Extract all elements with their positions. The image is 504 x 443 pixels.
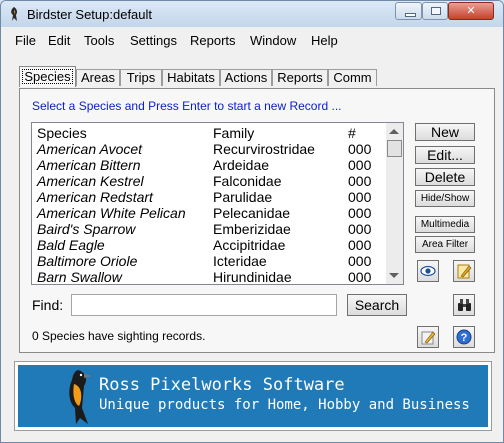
menu-tools[interactable]: Tools bbox=[84, 33, 114, 48]
svg-text:?: ? bbox=[461, 332, 468, 344]
family-name: Falconidae bbox=[213, 173, 282, 189]
notepad-icon bbox=[457, 264, 472, 279]
find-label: Find: bbox=[32, 297, 64, 313]
family-name: Accipitridae bbox=[213, 237, 286, 253]
family-name: Icteridae bbox=[213, 253, 267, 269]
sighting-count: 000 bbox=[348, 141, 372, 157]
title-bar: Birdster Setup:default ✕ bbox=[1, 1, 503, 27]
menu-settings[interactable]: Settings bbox=[130, 33, 177, 48]
sighting-count: 000 bbox=[348, 221, 372, 237]
list-row[interactable]: Baird's Sparrow Emberizidae 000 bbox=[32, 221, 387, 237]
menu-reports[interactable]: Reports bbox=[190, 33, 236, 48]
column-header-species[interactable]: Species bbox=[37, 125, 87, 141]
list-row[interactable]: American White Pelican Pelecanidae 000 bbox=[32, 205, 387, 221]
list-row[interactable]: American Kestrel Falconidae 000 bbox=[32, 173, 387, 189]
sighting-count: 000 bbox=[348, 157, 372, 173]
tab-habitats[interactable]: Habitats bbox=[162, 69, 220, 86]
species-name: American Bittern bbox=[37, 157, 141, 173]
sighting-count: 000 bbox=[348, 189, 372, 205]
list-row[interactable]: Barn Swallow Hirundinidae 000 bbox=[32, 269, 387, 285]
oriole-bird-icon bbox=[69, 370, 92, 424]
banner-title: Ross Pixelworks Software bbox=[99, 375, 345, 395]
family-name: Hirundinidae bbox=[213, 269, 292, 285]
close-icon: ✕ bbox=[466, 5, 476, 17]
species-name: Barn Swallow bbox=[37, 269, 122, 285]
species-name: American Avocet bbox=[37, 141, 143, 157]
binoculars-button[interactable] bbox=[453, 294, 475, 316]
view-button[interactable] bbox=[417, 260, 439, 282]
species-name: Bald Eagle bbox=[37, 237, 105, 253]
help-button[interactable]: ? bbox=[453, 326, 475, 348]
tab-species-label: Species bbox=[22, 69, 73, 84]
species-name: American Redstart bbox=[37, 189, 153, 205]
menu-edit[interactable]: Edit bbox=[48, 33, 70, 48]
new-button[interactable]: New bbox=[415, 123, 475, 141]
family-name: Parulidae bbox=[213, 189, 273, 205]
species-name: Baltimore Oriole bbox=[37, 253, 138, 269]
tab-reports[interactable]: Reports bbox=[272, 69, 328, 86]
multimedia-button[interactable]: Multimedia bbox=[415, 216, 475, 233]
area-filter-button[interactable]: Area Filter bbox=[415, 236, 475, 253]
species-name: American Kestrel bbox=[37, 173, 144, 189]
family-name: Ardeidae bbox=[213, 157, 270, 173]
list-row[interactable]: American Avocet Recurvirostridae 000 bbox=[32, 141, 387, 157]
tab-comm[interactable]: Comm bbox=[328, 69, 377, 86]
scroll-up-icon[interactable] bbox=[389, 129, 399, 134]
sighting-count: 000 bbox=[348, 173, 372, 189]
scroll-down-icon[interactable] bbox=[389, 273, 399, 278]
list-row[interactable]: American Bittern Ardeidae 000 bbox=[32, 157, 387, 173]
banner-tagline: Unique products for Home, Hobby and Busi… bbox=[99, 397, 470, 413]
pencil-paper-icon bbox=[421, 331, 436, 345]
edit-notes-button[interactable] bbox=[417, 326, 439, 348]
find-input[interactable] bbox=[71, 294, 337, 316]
notes-button[interactable] bbox=[453, 260, 475, 282]
eye-icon bbox=[420, 265, 436, 277]
sighting-count: 000 bbox=[348, 205, 372, 221]
family-name: Pelecanidae bbox=[213, 205, 291, 221]
species-name: American White Pelican bbox=[37, 205, 186, 221]
maximize-icon bbox=[431, 7, 441, 15]
menu-window[interactable]: Window bbox=[250, 33, 296, 48]
status-text: 0 Species have sighting records. bbox=[32, 329, 206, 343]
window-title: Birdster Setup:default bbox=[27, 7, 153, 22]
tab-species[interactable]: Species bbox=[19, 66, 76, 87]
sighting-count: 000 bbox=[348, 253, 372, 269]
species-list[interactable]: Species Family # American Avocet Recurvir… bbox=[31, 122, 404, 285]
list-row[interactable]: Baltimore Oriole Icteridae 000 bbox=[32, 253, 387, 269]
hide-show-button[interactable]: Hide/Show bbox=[415, 190, 475, 207]
maximize-button[interactable] bbox=[422, 2, 448, 20]
edit-button[interactable]: Edit... bbox=[415, 146, 475, 164]
binoculars-icon bbox=[458, 299, 471, 311]
help-icon: ? bbox=[456, 329, 472, 345]
menu-help[interactable]: Help bbox=[311, 33, 338, 48]
list-scrollbar[interactable] bbox=[386, 123, 403, 284]
family-name: Emberizidae bbox=[213, 221, 291, 237]
minimize-button[interactable] bbox=[395, 2, 422, 20]
tab-actions[interactable]: Actions bbox=[220, 69, 272, 86]
delete-button[interactable]: Delete bbox=[415, 168, 475, 186]
bird-app-icon bbox=[11, 7, 18, 21]
family-name: Recurvirostridae bbox=[213, 141, 315, 157]
close-button[interactable]: ✕ bbox=[448, 2, 494, 20]
tab-areas[interactable]: Areas bbox=[76, 69, 120, 86]
list-row[interactable]: American Redstart Parulidae 000 bbox=[32, 189, 387, 205]
menu-bar: File Edit Tools Settings Reports Window … bbox=[1, 29, 503, 51]
column-header-family[interactable]: Family bbox=[213, 125, 254, 141]
sighting-count: 000 bbox=[348, 269, 372, 285]
instruction-text: Select a Species and Press Enter to star… bbox=[32, 99, 342, 113]
sighting-count: 000 bbox=[348, 237, 372, 253]
column-header-count[interactable]: # bbox=[348, 125, 356, 141]
scroll-thumb[interactable] bbox=[387, 140, 402, 157]
list-row[interactable]: Bald Eagle Accipitridae 000 bbox=[32, 237, 387, 253]
tab-trips[interactable]: Trips bbox=[120, 69, 162, 86]
species-name: Baird's Sparrow bbox=[37, 221, 136, 237]
app-window: Birdster Setup:default ✕ File Edit Tools… bbox=[0, 0, 504, 443]
menu-file[interactable]: File bbox=[15, 33, 36, 48]
search-button[interactable]: Search bbox=[347, 294, 407, 316]
minimize-icon bbox=[405, 13, 416, 17]
